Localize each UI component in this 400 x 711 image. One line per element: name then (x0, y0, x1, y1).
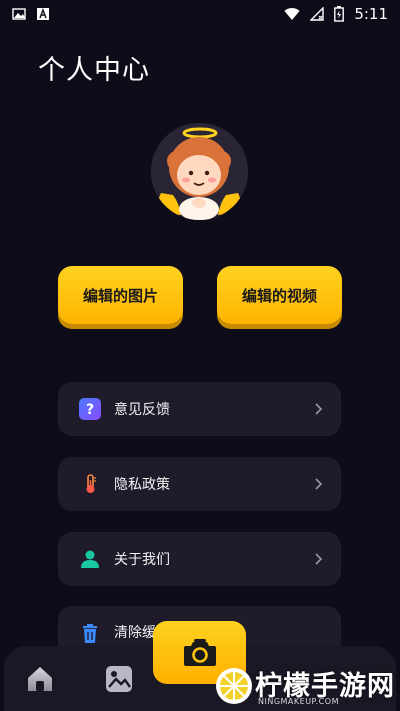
home-icon[interactable] (25, 664, 55, 694)
lemon-logo-icon (216, 668, 252, 704)
thermometer-icon (78, 472, 102, 496)
status-right: 5:11 (284, 5, 388, 23)
question-icon: ? (78, 397, 102, 421)
page-title: 个人中心 (38, 55, 150, 86)
status-bar: 5:11 (0, 0, 400, 28)
chevron-right-icon (315, 478, 323, 490)
menu-item-about[interactable]: 关于我们 (58, 532, 341, 586)
person-icon (78, 547, 102, 571)
watermark-subtext: NINGMAKEUP.COM (258, 697, 339, 706)
menu-label-privacy: 隐私政策 (114, 477, 170, 493)
status-time: 5:11 (354, 5, 388, 23)
menu-label-about: 关于我们 (114, 552, 170, 568)
menu-item-privacy[interactable]: 隐私政策 (58, 457, 341, 511)
angel-avatar-icon (151, 123, 248, 220)
signal-icon (310, 7, 325, 21)
wifi-icon (284, 8, 300, 20)
menu-item-feedback[interactable]: ? 意见反馈 (58, 382, 341, 436)
gallery-icon[interactable] (104, 664, 134, 694)
chevron-right-icon (315, 553, 323, 565)
trash-icon (78, 622, 102, 646)
watermark: 柠檬手游网 NINGMAKEUP.COM (208, 662, 400, 711)
battery-charging-icon (334, 6, 345, 22)
image-icon (12, 8, 26, 20)
svg-text:?: ? (86, 402, 94, 418)
status-left (12, 7, 50, 21)
edit-pictures-button[interactable]: 编辑的图片 (58, 266, 183, 324)
edit-videos-button[interactable]: 编辑的视频 (217, 266, 342, 324)
menu-label-feedback: 意见反馈 (114, 402, 170, 418)
chevron-right-icon (315, 403, 323, 415)
avatar[interactable] (151, 123, 248, 220)
font-icon (37, 8, 49, 20)
